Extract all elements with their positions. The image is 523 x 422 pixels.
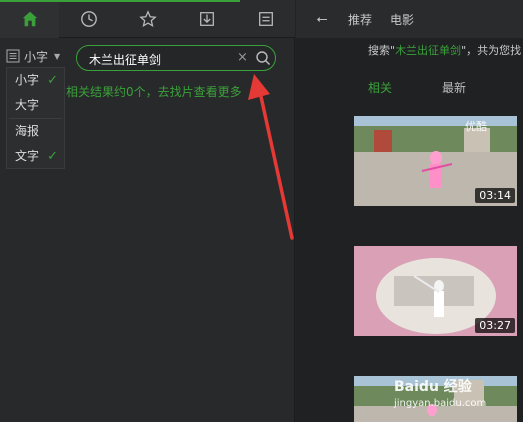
tab-movies[interactable]: 电影: [390, 11, 414, 28]
search-icon[interactable]: [255, 50, 271, 66]
back-icon[interactable]: ⭠: [296, 11, 348, 27]
view-mode-dropdown: 小字 ✓ 大字 海报 文字 ✓: [6, 67, 65, 169]
download-icon: [199, 12, 214, 26]
left-panel: 小字 ▼ 小字 ✓ 大字 海报 文字 ✓ 木兰出征单剑 × 相关结果约0个，去找…: [0, 0, 295, 422]
star-icon: [138, 10, 157, 28]
video-thumbnail[interactable]: Baidu 经验 jingyan.baidu.com: [354, 376, 517, 422]
annotation-arrow: [248, 74, 294, 240]
video-thumbnail[interactable]: 优酷 03:14: [354, 116, 517, 206]
top-toolbar: [0, 0, 295, 38]
result-subtabs: 相关 最新: [368, 79, 466, 96]
list-icon: [6, 49, 20, 63]
download-button[interactable]: [177, 0, 236, 38]
video-thumbnail[interactable]: 03:27: [354, 246, 517, 336]
dropdown-item-label: 大字: [15, 98, 40, 112]
history-button[interactable]: [59, 0, 118, 38]
right-nav-bar: ⭠ 推荐 电影: [296, 0, 523, 38]
video-duration: 03:14: [475, 188, 515, 203]
dropdown-item-poster[interactable]: 海报: [7, 119, 64, 144]
check-icon: ✓: [47, 73, 58, 88]
favorites-button[interactable]: [118, 0, 177, 38]
app-window: 小字 ▼ 小字 ✓ 大字 海报 文字 ✓ 木兰出征单剑 × 相关结果约0个，去找…: [0, 0, 523, 422]
playlist-button[interactable]: [236, 0, 295, 38]
tab-recommend[interactable]: 推荐: [348, 11, 372, 28]
tab-latest[interactable]: 最新: [442, 79, 466, 96]
hint-keyword: 木兰出征单剑: [395, 44, 462, 57]
right-panel: ⭠ 推荐 电影 搜索"木兰出征单剑"，共为您找 相关 最新 优酷 03:14 0…: [296, 0, 523, 422]
close-icon[interactable]: ×: [237, 50, 251, 66]
clock-icon: [80, 11, 97, 27]
dropdown-item-large-text[interactable]: 大字: [7, 93, 64, 118]
dropdown-item-label: 文字: [15, 149, 40, 163]
dropdown-item-label: 海报: [15, 124, 40, 138]
tab-related[interactable]: 相关: [368, 79, 392, 96]
dropdown-item-small-text[interactable]: 小字 ✓: [7, 68, 64, 93]
dropdown-item-text[interactable]: 文字 ✓: [7, 144, 64, 169]
active-indicator: [0, 0, 240, 2]
home-button[interactable]: [0, 0, 59, 38]
view-mode-selector[interactable]: 小字 ▼: [6, 46, 60, 66]
check-icon: ✓: [47, 149, 58, 164]
chevron-down-icon: ▼: [54, 51, 61, 61]
view-mode-label: 小字: [24, 49, 49, 64]
search-input[interactable]: 木兰出征单剑: [89, 51, 161, 68]
dropdown-item-label: 小字: [15, 73, 40, 87]
search-hint: 搜索"木兰出征单剑"，共为您找: [368, 42, 521, 58]
no-result-message[interactable]: 相关结果约0个，去找片查看更多: [66, 83, 242, 100]
watermark: 优酷: [465, 120, 487, 133]
hint-suffix: "，共为您找: [461, 44, 522, 57]
home-icon: [22, 11, 37, 27]
list-icon: [258, 12, 273, 26]
video-duration: 03:27: [475, 318, 515, 333]
search-box[interactable]: 木兰出征单剑 ×: [76, 45, 276, 71]
watermark: Baidu 经验: [394, 379, 472, 395]
hint-prefix: 搜索": [368, 44, 396, 57]
watermark-url: jingyan.baidu.com: [394, 398, 487, 409]
